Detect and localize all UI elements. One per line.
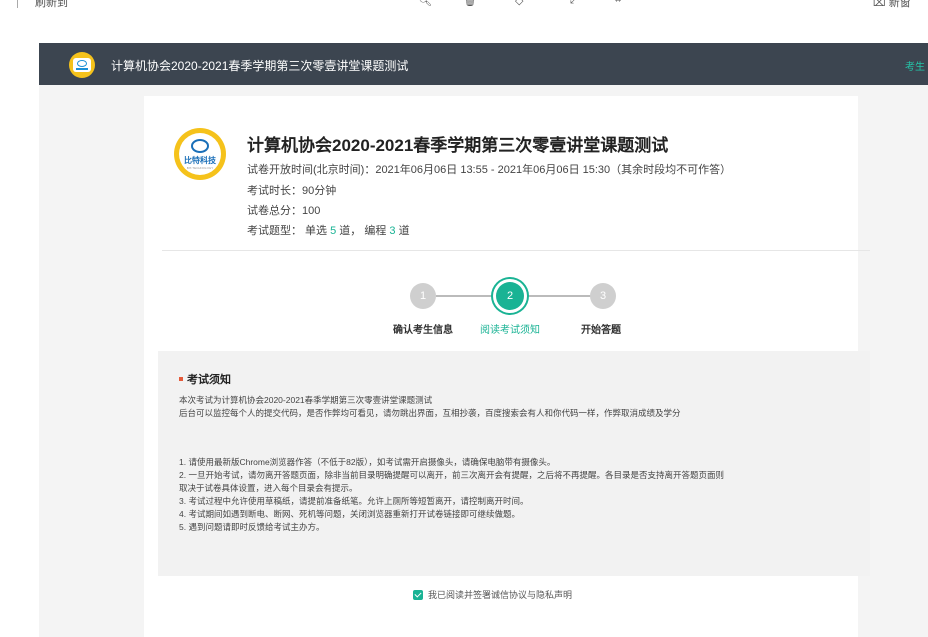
notice-rule-4: 4. 考试期间如遇到断电、断网、死机等问题，关闭浏览器重新打开试卷链接即可继续做… [179, 509, 520, 519]
new-window-button[interactable]: ⌧ 新窗 [873, 0, 911, 10]
top-navbar: 计算机协会2020-2021春季学期第三次零壹讲堂课题测试 考生 [39, 43, 928, 85]
new-window-label: 新窗 [888, 0, 911, 9]
notice-intro-1: 本次考试为计算机协会2020-2021春季学期第三次零壹讲堂课题测试 [179, 395, 433, 405]
notice-rule-2b: 取决于试卷具体设置，进入每个目录会有提示。 [179, 483, 358, 493]
question-types: 考试题型： 单选 5 道， 编程 3 道 [247, 222, 410, 238]
browser-toolbar: 刷新到 🔍︎ 🗑︎ ◇ ⤢ ⌗ ⌧ 新窗 [0, 0, 928, 10]
notice-rule-5: 5. 遇到问题请即时反馈给考试主办方。 [179, 522, 325, 532]
divider [162, 250, 870, 251]
notice-rule-2a: 2. 一旦开始考试，请勿离开答题页面，除非当前目录明确提醒可以离开，前三次离开会… [179, 470, 724, 480]
types-suffix: 道 [395, 225, 410, 237]
crop-icon[interactable]: ⌗ [615, 0, 621, 7]
agreement-label[interactable]: 我已阅读并签署诚信协议与隐私声明 [428, 588, 572, 601]
step-2-label: 阅读考试须知 [480, 325, 540, 336]
types-mid: 道， 编程 [336, 225, 390, 237]
navbar-title: 计算机协会2020-2021春季学期第三次零壹讲堂课题测试 [111, 59, 409, 73]
notice-intro-2: 后台可以监控每个人的提交代码，是否作弊均可看见，请勿跳出界面，互相抄袭，百度搜索… [179, 408, 681, 418]
brand-logo-icon [69, 52, 95, 78]
open-time: 试卷开放时间(北京时间)：2021年06月06日 13:55 - 2021年06… [247, 164, 732, 176]
notice-heading: 考试须知 [179, 371, 231, 387]
notice-title: 考试须知 [187, 374, 231, 386]
agreement-checkbox[interactable]: 我已阅读并签署诚信协议与隐私声明 [413, 588, 572, 601]
step-3-circle: 3 [590, 283, 616, 309]
exam-card: 比特科技 BIT-TECHNOLOGY 计算机协会2020-2021春季学期第三… [144, 96, 870, 637]
step-connector-2 [524, 295, 592, 297]
search-icon[interactable]: 🔍︎ [418, 0, 432, 7]
tag-icon[interactable]: ◇ [515, 0, 523, 7]
exam-app: 计算机协会2020-2021春季学期第三次零壹讲堂课题测试 考生 比特科技 BI… [39, 43, 928, 637]
total-score: 试卷总分：100 [247, 205, 321, 217]
notice-rule-1: 1. 请使用最新版Chrome浏览器作答（不低于82版），如考试需开启摄像头，请… [179, 457, 556, 467]
logo-subtext: BIT-TECHNOLOGY [186, 165, 214, 170]
toolbar-separator [17, 0, 18, 8]
candidate-link[interactable]: 考生 [905, 58, 925, 73]
step-1-label: 确认考生信息 [393, 325, 453, 336]
refresh-label[interactable]: 刷新到 [35, 0, 68, 10]
page-title: 计算机协会2020-2021春季学期第三次零壹讲堂课题测试 [247, 136, 669, 155]
types-prefix: 考试题型： 单选 [247, 225, 331, 237]
step-1-circle: 1 [410, 283, 436, 309]
organizer-logo-icon: 比特科技 BIT-TECHNOLOGY [174, 128, 226, 180]
trash-icon[interactable]: 🗑︎ [463, 0, 477, 7]
exam-notice-panel: 考试须知 本次考试为计算机协会2020-2021春季学期第三次零壹讲堂课题测试 … [158, 351, 870, 576]
logo-text: 比特科技 [184, 155, 216, 165]
exam-duration: 考试时长：90分钟 [247, 185, 337, 197]
bullet-icon [179, 377, 183, 381]
notice-rule-3: 3. 考试过程中允许使用草稿纸，请提前准备纸笔。允许上厕所等短暂离开，请控制离开… [179, 496, 529, 506]
step-3-label: 开始答题 [581, 325, 621, 336]
expand-icon[interactable]: ⤢ [570, 0, 579, 7]
step-2-circle: 2 [496, 282, 524, 310]
checkbox-checked-icon[interactable] [413, 589, 423, 600]
step-connector-1 [436, 295, 498, 297]
